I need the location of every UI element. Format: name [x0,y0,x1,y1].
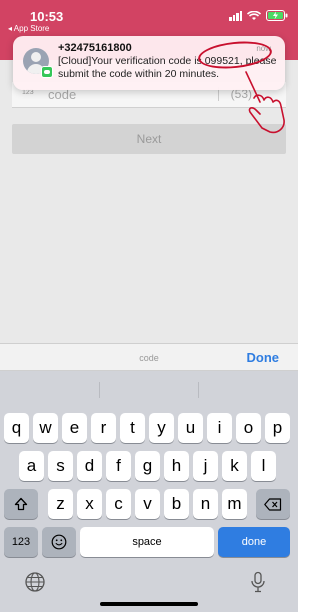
microphone-icon[interactable] [250,571,266,593]
keyboard-accessory-bar: code Done [0,343,298,371]
key-i[interactable]: i [207,413,232,443]
key-a[interactable]: a [19,451,44,481]
globe-icon[interactable] [24,571,46,593]
wifi-icon [247,10,261,21]
key-n[interactable]: n [193,489,218,519]
key-h[interactable]: h [164,451,189,481]
key-k[interactable]: k [222,451,247,481]
key-y[interactable]: y [149,413,174,443]
numbers-key[interactable]: 123 [4,527,38,557]
key-p[interactable]: p [265,413,290,443]
status-time: 10:53 [30,9,64,24]
key-b[interactable]: b [164,489,189,519]
key-s[interactable]: s [48,451,73,481]
emoji-key[interactable] [42,527,76,557]
key-q[interactable]: q [4,413,29,443]
return-done-key[interactable]: done [218,527,290,557]
key-w[interactable]: w [33,413,58,443]
key-j[interactable]: j [193,451,218,481]
shift-key[interactable] [4,489,38,519]
key-o[interactable]: o [236,413,261,443]
key-u[interactable]: u [178,413,203,443]
messages-app-icon [41,66,53,78]
cellular-signal-icon [229,10,242,21]
key-l[interactable]: l [251,451,276,481]
space-key[interactable]: space [80,527,214,557]
home-indicator[interactable] [100,602,198,606]
onscreen-keyboard: q w e r t y u i o p a s d f g h j k l z … [0,371,298,612]
done-button[interactable]: Done [247,350,280,365]
notification-sender: +32475161800 [58,42,132,54]
key-f[interactable]: f [106,451,131,481]
shift-arrow-icon [14,497,28,511]
key-t[interactable]: t [120,413,145,443]
key-x[interactable]: x [77,489,102,519]
pointing-hand-icon [245,71,285,134]
status-bar: 10:53 ◂ App Store [0,0,298,33]
key-c[interactable]: c [106,489,131,519]
phone-screen: 10:53 ◂ App Store 123 code (53) Next +32… [0,0,298,612]
key-r[interactable]: r [91,413,116,443]
backspace-icon [264,497,282,511]
back-to-app-link[interactable]: ◂ App Store [8,24,49,33]
key-e[interactable]: e [62,413,87,443]
key-z[interactable]: z [48,489,73,519]
battery-charging-icon [266,10,288,21]
emoji-icon [51,534,67,550]
key-d[interactable]: d [77,451,102,481]
backspace-key[interactable] [256,489,290,519]
suggestion-bar[interactable] [0,379,298,401]
system-icons [229,10,288,21]
key-g[interactable]: g [135,451,160,481]
key-m[interactable]: m [222,489,247,519]
key-v[interactable]: v [135,489,160,519]
numeric-keypad-icon: 123 [22,89,34,96]
